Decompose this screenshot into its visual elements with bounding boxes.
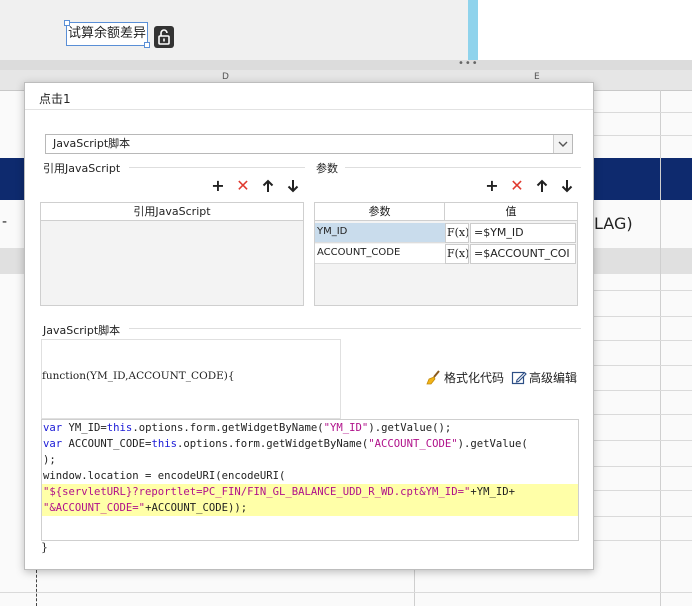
script-section-title: JavaScript脚本 (43, 324, 121, 337)
column-letter-d: D (222, 72, 229, 82)
plus-icon[interactable]: + (483, 177, 501, 195)
ref-js-list[interactable]: 引用JavaScript (40, 202, 304, 306)
grid-line (594, 112, 692, 113)
header-row-cell (594, 158, 692, 200)
grid-line (594, 316, 692, 317)
delete-icon[interactable]: ✕ (508, 177, 526, 195)
params-table: 参数 值 YM_ID F(x) =$YM_ID ACCOUNT_CODE F(x… (314, 202, 578, 306)
grid-line (0, 592, 692, 593)
widget-label-text: 试算余额差异 (67, 26, 146, 41)
grid-line (594, 516, 692, 517)
code-token: this (106, 422, 133, 434)
cell-dash-text: - (2, 214, 8, 230)
grid-line (594, 365, 692, 366)
code-token: .options.form.getWidgetByName( (132, 422, 324, 434)
code-token: +ACCOUNT_CODE)); (145, 502, 248, 514)
code-editor[interactable]: var YM_ID=this.options.form.getWidgetByN… (41, 419, 579, 541)
plus-icon[interactable]: + (209, 177, 227, 195)
splitter-bar[interactable] (0, 60, 692, 70)
section-divider (129, 167, 305, 168)
param-value-field[interactable]: =$YM_ID (470, 223, 576, 243)
grid-line (594, 414, 692, 415)
closing-brace: } (41, 541, 48, 554)
grid-line (594, 466, 692, 467)
code-token: ).getValue( (457, 438, 528, 450)
code-token: YM_ID= (62, 422, 107, 434)
format-code-button[interactable]: 格式化代码 (444, 370, 504, 386)
function-signature: function(YM_ID,ACCOUNT_CODE){ (42, 370, 235, 382)
grid-line (594, 390, 692, 391)
code-line: window.location = encodeURI(encodeURI( (43, 470, 286, 482)
grid-line (594, 440, 692, 441)
header-row-cell-left (0, 158, 24, 200)
code-line: "${servletURL}?reportlet=PC_FIN/FIN_GL_B… (42, 484, 578, 500)
splitter-grip-icon[interactable]: ••• (458, 58, 479, 69)
code-token: var (43, 422, 63, 434)
grid-line (660, 90, 661, 606)
code-line: var YM_ID=this.options.form.getWidgetByN… (42, 420, 578, 436)
ref-js-section-title: 引用JavaScript (43, 162, 121, 175)
lock-open-icon[interactable] (154, 26, 174, 48)
param-name-cell[interactable]: YM_ID (315, 223, 445, 243)
code-token: this (151, 438, 177, 450)
code-token: "ACCOUNT_CODE" (368, 438, 458, 450)
section-divider (345, 167, 581, 168)
grid-line (594, 135, 692, 136)
title-separator (25, 109, 593, 110)
grid-line (594, 290, 692, 291)
code-line: ); (43, 454, 56, 466)
formula-icon[interactable]: F(x) (445, 223, 469, 243)
dialog-title: 点击1 (39, 92, 71, 106)
params-header-name: 参数 (315, 203, 445, 221)
arrow-down-icon[interactable] (558, 177, 576, 195)
arrow-up-icon[interactable] (533, 177, 551, 195)
event-dialog: 点击1 JavaScript脚本 引用JavaScript + ✕ 引用Java… (24, 82, 594, 570)
params-section-title: 参数 (316, 162, 338, 175)
edit-icon[interactable] (511, 369, 527, 387)
function-signature-area: function(YM_ID,ACCOUNT_CODE){ (41, 339, 341, 419)
gray-row-cell (594, 248, 692, 274)
code-line: "&ACCOUNT_CODE="+ACCOUNT_CODE)); (42, 500, 578, 516)
code-token: +YM_ID+ (470, 486, 515, 498)
event-type-value: JavaScript脚本 (53, 137, 131, 150)
code-token: var (43, 438, 63, 450)
section-divider (129, 328, 581, 329)
param-value-field[interactable]: =$ACCOUNT_COI (470, 244, 576, 264)
column-letter-e: E (534, 72, 540, 82)
cell-flag-text: LAG) (594, 214, 633, 233)
canvas-right-area (478, 0, 692, 62)
delete-icon[interactable]: ✕ (234, 177, 252, 195)
code-line: var ACCOUNT_CODE=this.options.form.getWi… (42, 436, 578, 452)
gray-row-cell-left (0, 248, 24, 274)
param-name-cell[interactable]: ACCOUNT_CODE (315, 244, 445, 264)
code-token: .options.form.getWidgetByName( (176, 438, 369, 450)
code-token: "${servletURL}?reportlet=PC_FIN/FIN_GL_B… (43, 486, 471, 498)
chevron-down-icon[interactable] (553, 135, 572, 153)
ref-js-table-header: 引用JavaScript (41, 203, 303, 221)
code-token: ).getValue(); (368, 422, 452, 434)
grid-line-dashed (36, 570, 38, 606)
widget-label-balance-diff[interactable]: 试算余额差异 (64, 20, 150, 48)
advanced-edit-button[interactable]: 高级编辑 (529, 370, 577, 386)
grid-line (414, 570, 415, 606)
grid-line (594, 340, 692, 341)
broom-icon[interactable] (425, 369, 443, 387)
grid-line (594, 540, 692, 541)
params-header-value: 值 (445, 203, 577, 221)
code-token: ACCOUNT_CODE= (62, 438, 152, 450)
formula-icon[interactable]: F(x) (445, 244, 469, 264)
grid-line (594, 490, 692, 491)
code-token: "YM_ID" (323, 422, 369, 434)
arrow-down-icon[interactable] (284, 177, 302, 195)
event-type-select[interactable]: JavaScript脚本 (45, 134, 573, 154)
canvas-edge-strip (468, 0, 478, 62)
code-token: "&ACCOUNT_CODE=" (43, 502, 146, 514)
arrow-up-icon[interactable] (259, 177, 277, 195)
